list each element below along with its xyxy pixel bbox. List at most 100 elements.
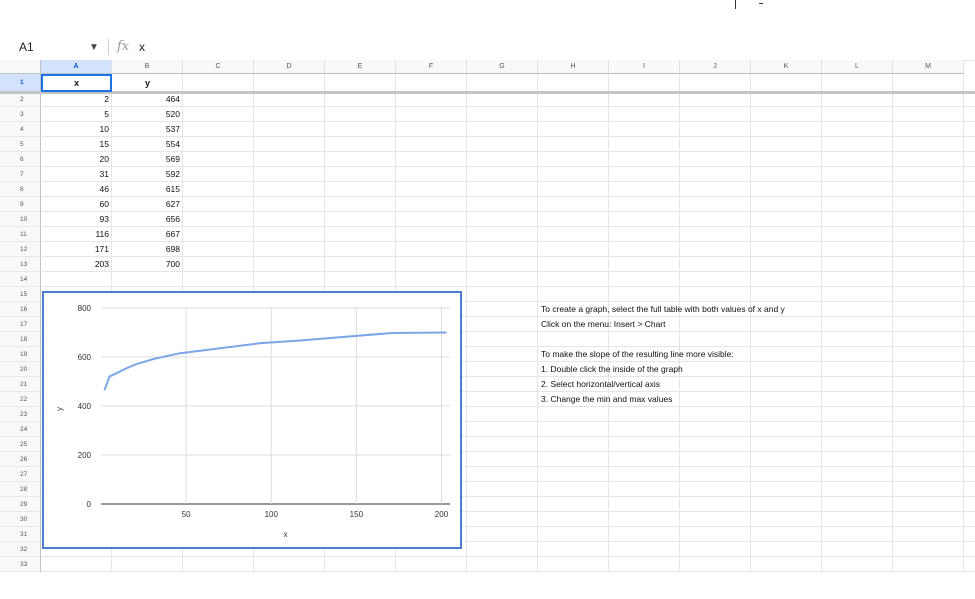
column-gridline bbox=[963, 74, 964, 572]
toolbar-cursor-mark bbox=[735, 0, 736, 9]
y-tick-label: 400 bbox=[78, 402, 92, 411]
row-header-5[interactable]: 5 bbox=[0, 137, 41, 152]
column-gridline bbox=[892, 74, 893, 572]
data-cell[interactable]: 116 bbox=[41, 227, 112, 242]
data-cell[interactable]: 520 bbox=[112, 107, 183, 122]
column-header-h[interactable]: H bbox=[538, 60, 609, 74]
row-header-4[interactable]: 4 bbox=[0, 122, 41, 137]
column-header-m[interactable]: M bbox=[893, 60, 964, 74]
column-header-a[interactable]: A bbox=[41, 60, 112, 74]
instruction-text[interactable]: To create a graph, select the full table… bbox=[538, 302, 785, 317]
row-header-12[interactable]: 12 bbox=[0, 242, 41, 257]
instruction-text[interactable]: 2. Select horizontal/vertical axis bbox=[538, 377, 660, 392]
data-cell[interactable]: 2 bbox=[41, 92, 112, 107]
row-header-9[interactable]: 9 bbox=[0, 197, 41, 212]
select-all-corner[interactable] bbox=[0, 60, 41, 74]
formula-input[interactable]: x bbox=[139, 40, 145, 54]
row-header-30[interactable]: 30 bbox=[0, 512, 41, 527]
row-header-24[interactable]: 24 bbox=[0, 422, 41, 437]
name-box[interactable]: A1 bbox=[19, 40, 34, 54]
y-axis-label: y bbox=[55, 407, 64, 411]
x-axis-label: x bbox=[284, 530, 288, 539]
row-header-17[interactable]: 17 bbox=[0, 317, 41, 332]
data-cell[interactable]: 627 bbox=[112, 197, 183, 212]
data-cell[interactable]: 698 bbox=[112, 242, 183, 257]
data-cell[interactable]: 656 bbox=[112, 212, 183, 227]
row-header-11[interactable]: 11 bbox=[0, 227, 41, 242]
row-header-28[interactable]: 28 bbox=[0, 482, 41, 497]
column-header-l[interactable]: L bbox=[822, 60, 893, 74]
formula-bar: A1 ▼ fx x bbox=[0, 34, 975, 61]
chart-plot: 0 200 400 600 800 50 100 150 200 x y bbox=[55, 304, 450, 539]
row-header-32[interactable]: 32 bbox=[0, 542, 41, 557]
column-header-d[interactable]: D bbox=[254, 60, 325, 74]
column-header-j[interactable]: J bbox=[680, 60, 751, 74]
data-cell[interactable]: 31 bbox=[41, 167, 112, 182]
spreadsheet-app: A1 ▼ fx x A B C D E F G H I J K L M 1 2 3 4 5 6 7 8 9 10 11 12 13… bbox=[0, 0, 975, 599]
row-header-19[interactable]: 19 bbox=[0, 347, 41, 362]
instruction-text[interactable]: To make the slope of the resulting line … bbox=[538, 347, 734, 362]
row-header-18[interactable]: 18 bbox=[0, 332, 41, 347]
x-tick-label: 100 bbox=[265, 510, 279, 519]
data-cell[interactable]: 569 bbox=[112, 152, 183, 167]
data-cell[interactable]: 464 bbox=[112, 92, 183, 107]
column-header-b[interactable]: B bbox=[112, 60, 183, 74]
data-cell[interactable]: 667 bbox=[112, 227, 183, 242]
data-cell[interactable]: 537 bbox=[112, 122, 183, 137]
row-header-10[interactable]: 10 bbox=[0, 212, 41, 227]
data-cell[interactable]: 15 bbox=[41, 137, 112, 152]
row-header-2[interactable]: 2 bbox=[0, 92, 41, 107]
row-header-3[interactable]: 3 bbox=[0, 107, 41, 122]
x-tick-label: 200 bbox=[435, 510, 449, 519]
formula-bar-divider bbox=[108, 39, 109, 55]
data-cell[interactable]: 554 bbox=[112, 137, 183, 152]
row-header-16[interactable]: 16 bbox=[0, 302, 41, 317]
column-header-g[interactable]: G bbox=[467, 60, 538, 74]
row-header-13[interactable]: 13 bbox=[0, 257, 41, 272]
column-header-c[interactable]: C bbox=[183, 60, 254, 74]
data-cell[interactable]: 592 bbox=[112, 167, 183, 182]
row-header-6[interactable]: 6 bbox=[0, 152, 41, 167]
column-header-i[interactable]: I bbox=[609, 60, 680, 74]
toolbar-mark bbox=[759, 0, 763, 4]
row-header-1[interactable]: 1 bbox=[0, 74, 41, 92]
row-header-14[interactable]: 14 bbox=[0, 272, 41, 287]
top-bar bbox=[0, 0, 975, 34]
instruction-text[interactable]: 3. Change the min and max values bbox=[538, 392, 672, 407]
column-header-k[interactable]: K bbox=[751, 60, 822, 74]
row-header-15[interactable]: 15 bbox=[0, 287, 41, 302]
data-cell[interactable]: 93 bbox=[41, 212, 112, 227]
row-header-33[interactable]: 33 bbox=[0, 557, 41, 572]
data-cell[interactable]: 60 bbox=[41, 197, 112, 212]
column-header-e[interactable]: E bbox=[325, 60, 396, 74]
instruction-text[interactable]: Click on the menu: Insert > Chart bbox=[538, 317, 666, 332]
row-header-27[interactable]: 27 bbox=[0, 467, 41, 482]
data-cell[interactable]: 46 bbox=[41, 182, 112, 197]
row-header-31[interactable]: 31 bbox=[0, 527, 41, 542]
active-cell-selection[interactable] bbox=[41, 74, 112, 92]
data-cell[interactable]: 203 bbox=[41, 257, 112, 272]
data-cell[interactable]: 10 bbox=[41, 122, 112, 137]
chevron-down-icon[interactable]: ▼ bbox=[89, 42, 99, 53]
row-header-26[interactable]: 26 bbox=[0, 452, 41, 467]
fx-icon: fx bbox=[117, 39, 130, 54]
row-header-29[interactable]: 29 bbox=[0, 497, 41, 512]
data-cell[interactable]: 171 bbox=[41, 242, 112, 257]
column-header-f[interactable]: F bbox=[396, 60, 467, 74]
row-header-20[interactable]: 20 bbox=[0, 362, 41, 377]
header-cell-y[interactable]: y bbox=[112, 74, 183, 92]
x-tick-label: 150 bbox=[350, 510, 364, 519]
row-header-21[interactable]: 21 bbox=[0, 377, 41, 392]
instruction-text[interactable]: 1. Double click the inside of the graph bbox=[538, 362, 683, 377]
data-cell[interactable]: 615 bbox=[112, 182, 183, 197]
row-header-25[interactable]: 25 bbox=[0, 437, 41, 452]
row-header-22[interactable]: 22 bbox=[0, 392, 41, 407]
row-header-8[interactable]: 8 bbox=[0, 182, 41, 197]
data-cell[interactable]: 5 bbox=[41, 107, 112, 122]
data-cell[interactable]: 20 bbox=[41, 152, 112, 167]
row-header-7[interactable]: 7 bbox=[0, 167, 41, 182]
y-tick-label: 800 bbox=[78, 304, 92, 313]
line-chart[interactable]: 0 200 400 600 800 50 100 150 200 x y bbox=[42, 291, 462, 549]
row-header-23[interactable]: 23 bbox=[0, 407, 41, 422]
data-cell[interactable]: 700 bbox=[112, 257, 183, 272]
